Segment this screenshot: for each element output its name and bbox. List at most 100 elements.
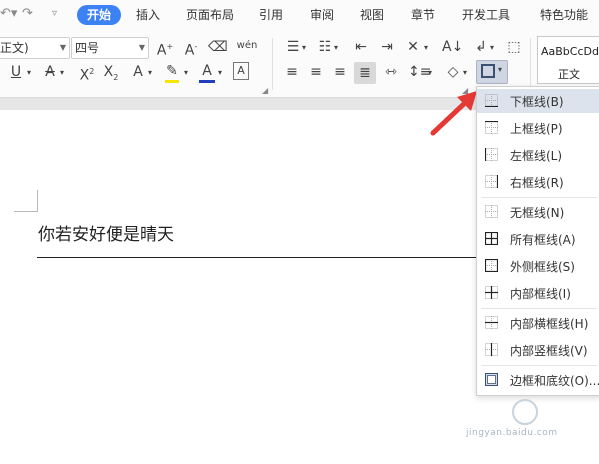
- inside-horizontal-border-icon: [485, 316, 498, 329]
- undo-icon[interactable]: ↶▾: [0, 6, 17, 21]
- numbered-list-icon[interactable]: ☷: [316, 38, 334, 56]
- menu-item-bottom-border[interactable]: 下框线(B): [477, 89, 599, 113]
- grow-font-icon[interactable]: A+: [156, 38, 174, 59]
- menu-item-all-borders[interactable]: 所有框线(A): [477, 227, 599, 251]
- chevron-down-icon[interactable]: ▾: [27, 64, 31, 82]
- menu-item-label: 右框线(R): [510, 176, 564, 190]
- chevron-down-icon: ▼: [138, 43, 145, 52]
- shading-icon[interactable]: ◇: [444, 63, 462, 81]
- font-size-value: 四号: [75, 41, 100, 55]
- style-preview: AaBbCcDd: [541, 45, 599, 58]
- inside-vertical-border-icon: [485, 343, 498, 356]
- menu-item-label: 外侧框线(S): [510, 260, 575, 274]
- chevron-down-icon[interactable]: ▾: [490, 39, 494, 57]
- chevron-down-icon[interactable]: ▾: [60, 64, 64, 82]
- outside-borders-icon: [485, 259, 498, 272]
- tab-chapter[interactable]: 章节: [411, 5, 435, 25]
- style-gallery-normal[interactable]: AaBbCcDd 正文: [537, 36, 599, 84]
- left-border-icon: [485, 148, 498, 161]
- menu-item-inside-borders[interactable]: 内部框线(I): [477, 281, 599, 305]
- border-box-icon: [481, 64, 495, 78]
- all-borders-icon: [485, 232, 498, 245]
- subscript-icon[interactable]: X2: [100, 63, 122, 82]
- font-name-combo[interactable]: 正文) ▼: [0, 37, 70, 59]
- chevron-down-icon[interactable]: ▾: [334, 39, 338, 57]
- menu-item-label: 内部框线(I): [510, 287, 571, 301]
- tab-view[interactable]: 视图: [360, 5, 384, 25]
- inside-borders-icon: [485, 286, 498, 299]
- distributed-align-icon[interactable]: ⇿: [382, 63, 400, 81]
- menu-item-label: 内部横框线(H): [510, 317, 589, 331]
- menu-item-label: 下框线(B): [510, 95, 564, 109]
- no-border-icon: [485, 205, 498, 218]
- divider: [272, 38, 273, 90]
- font-name-value: 正文): [0, 41, 29, 55]
- chevron-down-icon[interactable]: ▾: [184, 64, 188, 82]
- phonetic-guide-icon[interactable]: wén: [236, 37, 258, 55]
- chevron-down-icon[interactable]: ▾: [428, 64, 432, 82]
- tab-home[interactable]: 开始: [77, 5, 122, 25]
- clear-format-icon[interactable]: ⌫: [208, 38, 228, 56]
- decrease-indent-icon[interactable]: ⇤: [352, 38, 370, 56]
- tab-features[interactable]: 特色功能: [540, 5, 588, 25]
- menu-divider: [481, 308, 597, 309]
- sort-icon[interactable]: A↓: [442, 38, 463, 56]
- menu-divider: [481, 197, 597, 198]
- menu-item-label: 左框线(L): [510, 149, 563, 163]
- font-dialog-launcher-icon[interactable]: ◢: [262, 86, 268, 95]
- menu-item-label: 边框和底纹(O)...: [510, 374, 599, 388]
- watermark-paw-icon: [512, 399, 538, 425]
- tab-review[interactable]: 审阅: [310, 5, 334, 25]
- tab-references[interactable]: 引用: [259, 5, 283, 25]
- highlight-color-bar: [165, 80, 179, 83]
- char-border-icon[interactable]: A: [233, 62, 249, 80]
- align-left-icon[interactable]: ≡: [284, 63, 300, 81]
- align-right-icon[interactable]: ≡: [332, 63, 348, 81]
- borders-dropdown-menu: 下框线(B) 上框线(P) 左框线(L) 右框线(R) 无框线(N) 所有框线(…: [476, 86, 599, 396]
- chinese-layout-icon[interactable]: ✕: [404, 38, 422, 56]
- strikethrough-icon[interactable]: A: [42, 63, 58, 81]
- quick-access-dropdown-icon[interactable]: ▿: [52, 8, 57, 19]
- tab-developer[interactable]: 开发工具: [462, 5, 510, 25]
- redo-icon[interactable]: ↷: [22, 6, 33, 21]
- superscript-icon[interactable]: X2: [76, 63, 98, 84]
- chevron-down-icon[interactable]: ▾: [302, 39, 306, 57]
- font-color-icon[interactable]: A: [199, 62, 215, 80]
- baidu-jingyan-watermark: [512, 399, 538, 425]
- text-effects-icon[interactable]: A: [130, 63, 146, 81]
- font-size-combo[interactable]: 四号 ▼: [71, 37, 149, 59]
- justify-icon: ≣: [359, 65, 371, 81]
- menu-item-no-border[interactable]: 无框线(N): [477, 200, 599, 224]
- tab-insert[interactable]: 插入: [136, 5, 160, 25]
- line-spacing-icon[interactable]: ↕≡: [408, 63, 431, 81]
- increase-indent-icon[interactable]: ⇥: [378, 38, 396, 56]
- underline-icon[interactable]: U: [8, 63, 24, 81]
- menu-item-right-border[interactable]: 右框线(R): [477, 170, 599, 194]
- menu-item-outside-borders[interactable]: 外侧框线(S): [477, 254, 599, 278]
- chevron-down-icon[interactable]: ▾: [148, 64, 152, 82]
- highlight-pen-icon[interactable]: ✎: [163, 62, 181, 80]
- font-color-bar: [199, 80, 215, 83]
- top-border-icon: [485, 121, 498, 134]
- bottom-border-icon: [485, 94, 498, 107]
- align-center-icon[interactable]: ≡: [308, 63, 324, 81]
- menu-item-label: 上框线(P): [510, 122, 563, 136]
- menu-item-left-border[interactable]: 左框线(L): [477, 143, 599, 167]
- show-hide-marks-icon[interactable]: ↲: [472, 38, 490, 56]
- bullet-list-icon[interactable]: ☰: [284, 38, 302, 56]
- chevron-down-icon[interactable]: ▾: [218, 64, 222, 82]
- borders-button[interactable]: ▾: [476, 60, 508, 84]
- chevron-down-icon[interactable]: ▾: [424, 39, 428, 57]
- menu-item-inside-horizontal-border[interactable]: 内部横框线(H): [477, 311, 599, 335]
- ribbon-tab-bar: ↶▾ ↷ ▿ 开始 插入 页面布局 引用 审阅 视图 章节 开发工具 特色功能: [0, 0, 599, 30]
- menu-item-label: 无框线(N): [510, 206, 565, 220]
- tab-page-layout[interactable]: 页面布局: [186, 5, 234, 25]
- table-tools-icon[interactable]: ⬚: [504, 38, 524, 56]
- menu-item-inside-vertical-border[interactable]: 内部竖框线(V): [477, 338, 599, 362]
- document-paragraph[interactable]: 你若安好便是晴天: [38, 224, 174, 246]
- shrink-font-icon[interactable]: A-: [182, 38, 200, 59]
- page-margin-mark: [14, 190, 38, 212]
- arrow-shaft: [430, 98, 470, 136]
- menu-item-top-border[interactable]: 上框线(P): [477, 116, 599, 140]
- chevron-down-icon[interactable]: ▾: [463, 64, 467, 82]
